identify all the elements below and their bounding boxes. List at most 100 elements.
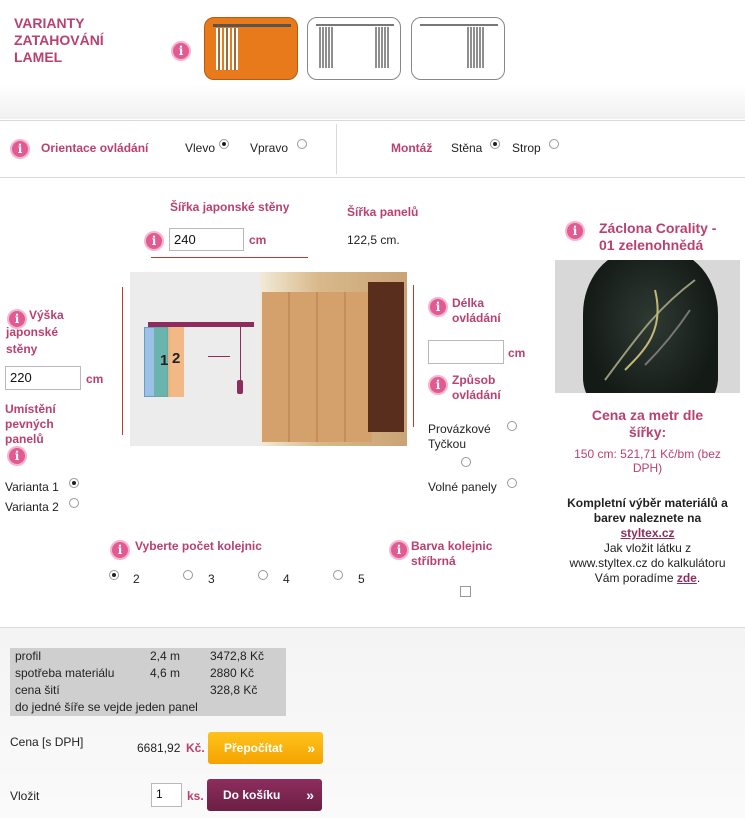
mount-label: Montáž <box>391 141 433 155</box>
quantity-unit: ks. <box>187 789 204 803</box>
summary-name: spotřeba materiálu <box>15 666 115 680</box>
height-dimension-line <box>122 287 123 435</box>
control-type-option1: Provázkové Tyčkou <box>428 422 491 452</box>
panel-width-label: Šířka panelů <box>347 205 419 219</box>
orientation-right-radio[interactable] <box>297 139 307 149</box>
info-icon[interactable]: i <box>428 297 448 317</box>
control-type-label-line: ovládání <box>452 388 501 402</box>
control-length-label-line: Délka <box>452 296 485 310</box>
leaf-pattern-icon <box>604 279 696 381</box>
quantity-input[interactable]: 1 <box>151 783 182 807</box>
height-label: Výška japonské stěny <box>6 307 64 358</box>
mount-ceiling-label: Strop <box>512 141 541 155</box>
variants-title-line: VARIANTY <box>14 15 85 31</box>
mount-wall-radio[interactable] <box>490 139 500 149</box>
mount-ceiling-radio[interactable] <box>549 139 559 149</box>
width-dimension-line <box>151 257 308 258</box>
rail-color-checkbox[interactable] <box>460 586 471 597</box>
control-cord-drawing <box>240 327 241 382</box>
info-icon[interactable]: i <box>389 540 409 560</box>
width-unit: cm <box>249 233 267 247</box>
styltex-link[interactable]: styltex.cz <box>550 526 745 541</box>
fixed-panels-label-line: Umístění <box>5 402 56 416</box>
summary-price: 2880 Kč <box>210 666 255 680</box>
rail-color-label-line: Barva kolejnic <box>411 539 493 553</box>
recalculate-button[interactable]: Přepočítat » <box>208 732 323 764</box>
divider <box>0 120 745 121</box>
height-input[interactable]: 220 <box>5 366 81 390</box>
price-title: Cena za metr dle šířky: <box>555 407 740 441</box>
info-icon[interactable]: i <box>10 139 30 159</box>
product-title-line: 01 zelenohnědá <box>599 237 704 253</box>
height-unit: cm <box>86 372 104 386</box>
info-icon[interactable]: i <box>565 221 585 241</box>
promo-line: Jak vložit látku z <box>603 541 692 555</box>
width-input[interactable]: 240 <box>169 228 244 251</box>
rails-radio-3[interactable] <box>183 570 193 580</box>
fixed-option2-radio[interactable] <box>69 498 79 508</box>
total-currency: Kč. <box>186 741 205 755</box>
summary-note: do jedné šíře se vejde jeden panel <box>15 700 198 714</box>
rail-color-label-line: stříbrná <box>411 554 456 568</box>
double-chevron-icon: » <box>307 740 315 756</box>
help-link[interactable]: zde <box>677 571 697 585</box>
control-length-label-line: ovládání <box>452 311 501 325</box>
variants-title: VARIANTY ZATAHOVÁNÍ LAMEL <box>14 15 104 66</box>
rails-option-label: 4 <box>283 572 290 586</box>
variant-option-1[interactable] <box>204 17 298 80</box>
wall-illustration: 1 2 <box>130 272 407 446</box>
fixed-option2-label: Varianta 2 <box>5 500 59 514</box>
price-title-line: Cena za metr dle <box>591 407 704 423</box>
price-title-line: šířky: <box>628 424 667 440</box>
control-dimension-line <box>413 285 414 427</box>
summary-price: 328,8 Kč <box>210 683 258 697</box>
summary-qty: 4,6 m <box>150 666 181 680</box>
mount-wall-label: Stěna <box>451 141 483 155</box>
direction-arrow <box>208 356 230 357</box>
promo-line: Vám poradíme zde. <box>550 571 745 586</box>
summary-name: profil <box>15 649 42 663</box>
info-icon[interactable]: i <box>144 231 164 251</box>
orientation-label: Orientace ovládání <box>41 141 149 155</box>
height-label-line: Výška <box>29 308 64 322</box>
orientation-right-label: Vpravo <box>250 141 289 155</box>
cart-label: Vložit <box>10 789 40 803</box>
fixed-option1-label: Varianta 1 <box>5 480 59 494</box>
product-title: Záclona Corality - 01 zelenohnědá <box>599 220 716 254</box>
promo-line: www.styltex.cz do kalkulátoru <box>569 556 726 570</box>
info-icon[interactable]: i <box>171 41 191 61</box>
control-rod-radio[interactable] <box>461 457 471 467</box>
total-label: Cena [s DPH] <box>10 735 84 749</box>
rails-option-label: 2 <box>133 572 140 586</box>
panel-width-value: 122,5 cm. <box>347 233 400 247</box>
summary-name: cena šití <box>15 683 60 697</box>
info-icon[interactable]: i <box>7 446 27 466</box>
info-icon[interactable]: i <box>110 540 130 560</box>
rail-color-label: Barva kolejnic stříbrná <box>411 539 492 569</box>
control-cord-radio[interactable] <box>507 421 517 431</box>
control-length-input[interactable] <box>428 340 504 364</box>
panel-2-number: 2 <box>172 350 181 367</box>
orientation-left-radio[interactable] <box>219 139 229 149</box>
control-handle-drawing <box>237 380 243 394</box>
promo-box: Kompletní výběr materiálů a barev nalezn… <box>550 496 745 586</box>
rails-radio-4[interactable] <box>258 570 268 580</box>
control-free-radio[interactable] <box>507 478 517 488</box>
divider <box>0 177 745 178</box>
rails-radio-2[interactable] <box>109 570 119 580</box>
control-length-unit: cm <box>508 346 526 360</box>
header-shade <box>0 85 745 119</box>
info-icon[interactable]: i <box>428 375 448 395</box>
blinds-left-icon <box>213 24 291 70</box>
variant-option-3[interactable] <box>411 17 505 80</box>
product-title-line: Záclona Corality - <box>599 220 717 236</box>
control-length-label: Délka ovládání <box>452 296 501 326</box>
cabinet-photo <box>368 282 404 432</box>
variant-option-2[interactable] <box>307 17 401 80</box>
rails-option-label: 3 <box>208 572 215 586</box>
width-label: Šířka japonské stěny <box>170 200 290 214</box>
rails-radio-5[interactable] <box>333 570 343 580</box>
control-type-option-line: Tyčkou <box>428 437 467 451</box>
fixed-option1-radio[interactable] <box>69 478 79 488</box>
add-to-cart-button[interactable]: Do košíku » <box>207 779 322 811</box>
